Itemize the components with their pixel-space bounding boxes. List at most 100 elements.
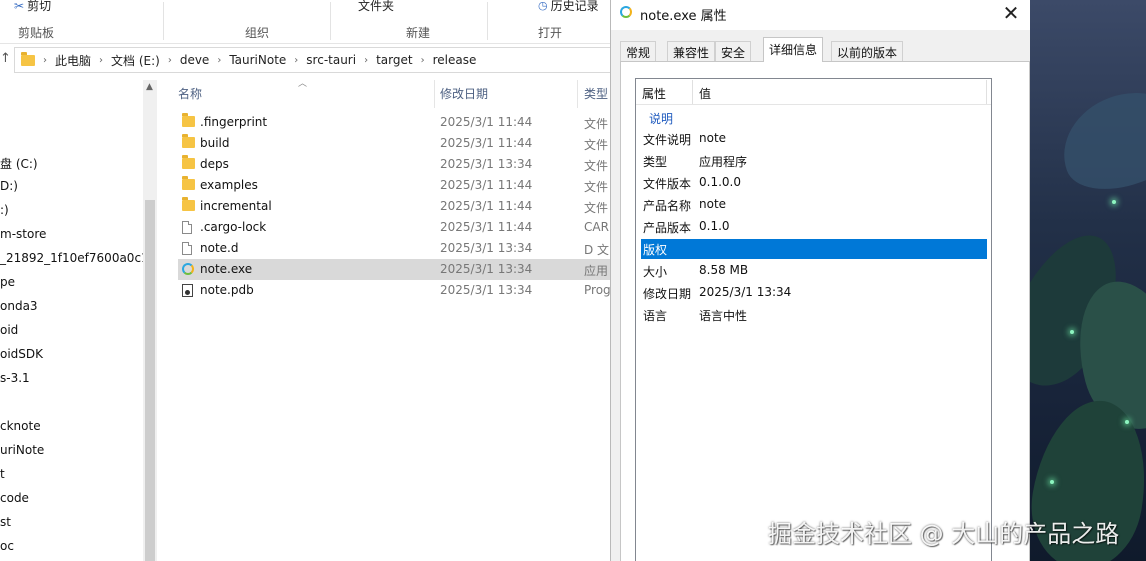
breadcrumb-deve[interactable]: deve: [174, 53, 215, 67]
property-row[interactable]: 文件说明 note: [641, 129, 987, 149]
nav-item-drive[interactable]: :): [0, 203, 9, 217]
nav-item-folder[interactable]: code: [0, 491, 29, 505]
group-clipboard: 剪贴板: [18, 26, 55, 40]
nav-item-folder[interactable]: m-store: [0, 227, 46, 241]
file-type: CAR: [584, 220, 609, 234]
property-row[interactable]: 产品名称 note: [641, 195, 987, 215]
file-name: deps: [200, 157, 229, 171]
up-arrow-icon[interactable]: ↑: [0, 51, 12, 69]
nav-scrollbar[interactable]: ▲: [143, 80, 157, 561]
tab-details[interactable]: 详细信息: [763, 37, 824, 62]
file-date: 2025/3/1 13:34: [440, 241, 533, 255]
file-row[interactable]: examples 2025/3/1 11:44 文件: [178, 175, 612, 196]
file-row[interactable]: deps 2025/3/1 13:34 文件: [178, 154, 612, 175]
chevron-right-icon: ›: [294, 54, 299, 66]
file-row-selected[interactable]: note.exe 2025/3/1 13:34 应用: [178, 259, 612, 280]
file-name: note.pdb: [200, 283, 254, 297]
nav-item-d-drive[interactable]: D:): [0, 179, 18, 193]
tab-previous-versions[interactable]: 以前的版本: [831, 41, 904, 62]
property-value: note: [699, 131, 727, 145]
nav-item-folder[interactable]: uriNote: [0, 443, 44, 457]
nav-item-folder[interactable]: onda3: [0, 299, 38, 313]
nav-item-folder[interactable]: cknote: [0, 419, 41, 433]
new-folder-button[interactable]: 文件夹: [358, 0, 394, 14]
property-key: 大小: [643, 265, 668, 279]
dialog-titlebar[interactable]: note.exe 属性 ✕: [611, 0, 1031, 30]
close-icon[interactable]: ✕: [999, 2, 1023, 24]
property-row-selected[interactable]: 版权: [641, 239, 987, 259]
breadcrumb-this-pc[interactable]: 此电脑: [49, 52, 97, 69]
file-type: 应用: [584, 264, 609, 278]
property-value: 应用程序: [699, 155, 748, 169]
tab-general[interactable]: 常规: [620, 41, 657, 62]
file-row[interactable]: build 2025/3/1 11:44 文件: [178, 133, 612, 154]
breadcrumb-src-tauri[interactable]: src-tauri: [300, 53, 362, 67]
property-value: 0.1.0.0: [699, 175, 741, 189]
scroll-up-icon[interactable]: ▲: [146, 82, 153, 92]
file-row[interactable]: incremental 2025/3/1 11:44 文件: [178, 196, 612, 217]
nav-item-folder[interactable]: _21892_1f10ef7600a0c19: [0, 251, 156, 265]
column-divider[interactable]: [577, 80, 578, 108]
group-label-description: 说明: [649, 112, 674, 126]
property-row[interactable]: 文件版本 0.1.0.0: [641, 173, 987, 193]
cut-button[interactable]: ✂ 剪切: [14, 0, 51, 14]
nav-item-folder[interactable]: oidSDK: [0, 347, 43, 361]
property-list-header: 属性 值: [636, 79, 991, 105]
scissors-icon: ✂: [14, 0, 25, 13]
file-row[interactable]: note.pdb 2025/3/1 13:34 Prog: [178, 280, 612, 301]
ribbon-divider: [330, 2, 331, 40]
group-new: 新建: [406, 26, 431, 40]
file-row[interactable]: note.d 2025/3/1 13:34 D 文: [178, 238, 612, 259]
tab-strip: 常规 兼容性 安全 详细信息 以前的版本: [620, 37, 1024, 62]
breadcrumb-taurinote[interactable]: TauriNote: [223, 53, 292, 67]
breadcrumb-target[interactable]: target: [370, 53, 419, 67]
tab-compatibility[interactable]: 兼容性: [667, 41, 716, 62]
properties-dialog: note.exe 属性 ✕ 常规 兼容性 安全 详细信息 以前的版本 属性 值 …: [610, 0, 1031, 561]
history-button[interactable]: ◷ 历史记录: [538, 0, 599, 14]
nav-item-c-drive[interactable]: 盘 (C:): [0, 155, 38, 172]
file-row[interactable]: .fingerprint 2025/3/1 11:44 文件: [178, 112, 612, 133]
scrollbar-thumb[interactable]: [145, 200, 155, 561]
tab-security[interactable]: 安全: [715, 41, 752, 62]
desktop-wallpaper: [1030, 0, 1146, 561]
address-bar[interactable]: › 此电脑 › 文档 (E:) › deve › TauriNote › src…: [14, 47, 612, 73]
column-divider[interactable]: [986, 80, 987, 104]
column-header-type[interactable]: 类型: [584, 85, 608, 102]
property-value: 2025/3/1 13:34: [699, 285, 792, 299]
ribbon: ✂ 剪切 剪贴板 组织 文件夹 新建 ◷ 历史记录 打开: [0, 0, 612, 44]
nav-item-folder[interactable]: st: [0, 515, 11, 529]
property-key: 产品版本: [643, 221, 692, 235]
column-header-property[interactable]: 属性: [642, 85, 666, 102]
file-date: 2025/3/1 13:34: [440, 262, 533, 276]
property-row[interactable]: 产品版本 0.1.0: [641, 217, 987, 237]
property-key: 文件版本: [643, 177, 692, 191]
nav-item-folder[interactable]: s-3.1: [0, 371, 30, 385]
history-icon: ◷: [538, 0, 548, 12]
nav-item-folder[interactable]: t: [0, 467, 5, 481]
breadcrumb-release[interactable]: release: [427, 53, 483, 67]
file-list: ︿ 名称 修改日期 类型 .fingerprint 2025/3/1 11:44…: [160, 76, 612, 561]
column-header-date[interactable]: 修改日期: [440, 85, 488, 102]
folder-icon: [182, 134, 195, 148]
property-row[interactable]: 类型 应用程序: [641, 151, 987, 171]
property-row[interactable]: 修改日期 2025/3/1 13:34: [641, 283, 987, 303]
nav-item-folder[interactable]: oid: [0, 323, 18, 337]
nav-item-folder[interactable]: pe: [0, 275, 15, 289]
column-header-value[interactable]: 值: [699, 85, 711, 102]
folder-icon: [182, 155, 195, 169]
chevron-right-icon: ›: [167, 54, 172, 66]
breadcrumb-drive[interactable]: 文档 (E:): [105, 52, 166, 69]
column-divider[interactable]: [434, 80, 435, 108]
property-row[interactable]: 大小 8.58 MB: [641, 261, 987, 281]
file-date: 2025/3/1 11:44: [440, 136, 533, 150]
column-divider[interactable]: [692, 80, 693, 104]
details-panel: 属性 值 说明 文件说明 note 类型 应用程序 文件版本 0.1.0.0 产…: [620, 61, 1030, 561]
file-row[interactable]: .cargo-lock 2025/3/1 11:44 CAR: [178, 217, 612, 238]
nav-item-folder[interactable]: oc: [0, 539, 14, 553]
chevron-right-icon: ›: [420, 54, 425, 66]
chevron-right-icon: ›: [43, 54, 47, 66]
property-list[interactable]: 属性 值 说明 文件说明 note 类型 应用程序 文件版本 0.1.0.0 产…: [635, 78, 992, 561]
property-row[interactable]: 语言 语言中性: [641, 305, 987, 325]
column-header-name[interactable]: 名称: [178, 85, 202, 102]
sort-ascending-icon: ︿: [298, 79, 308, 89]
